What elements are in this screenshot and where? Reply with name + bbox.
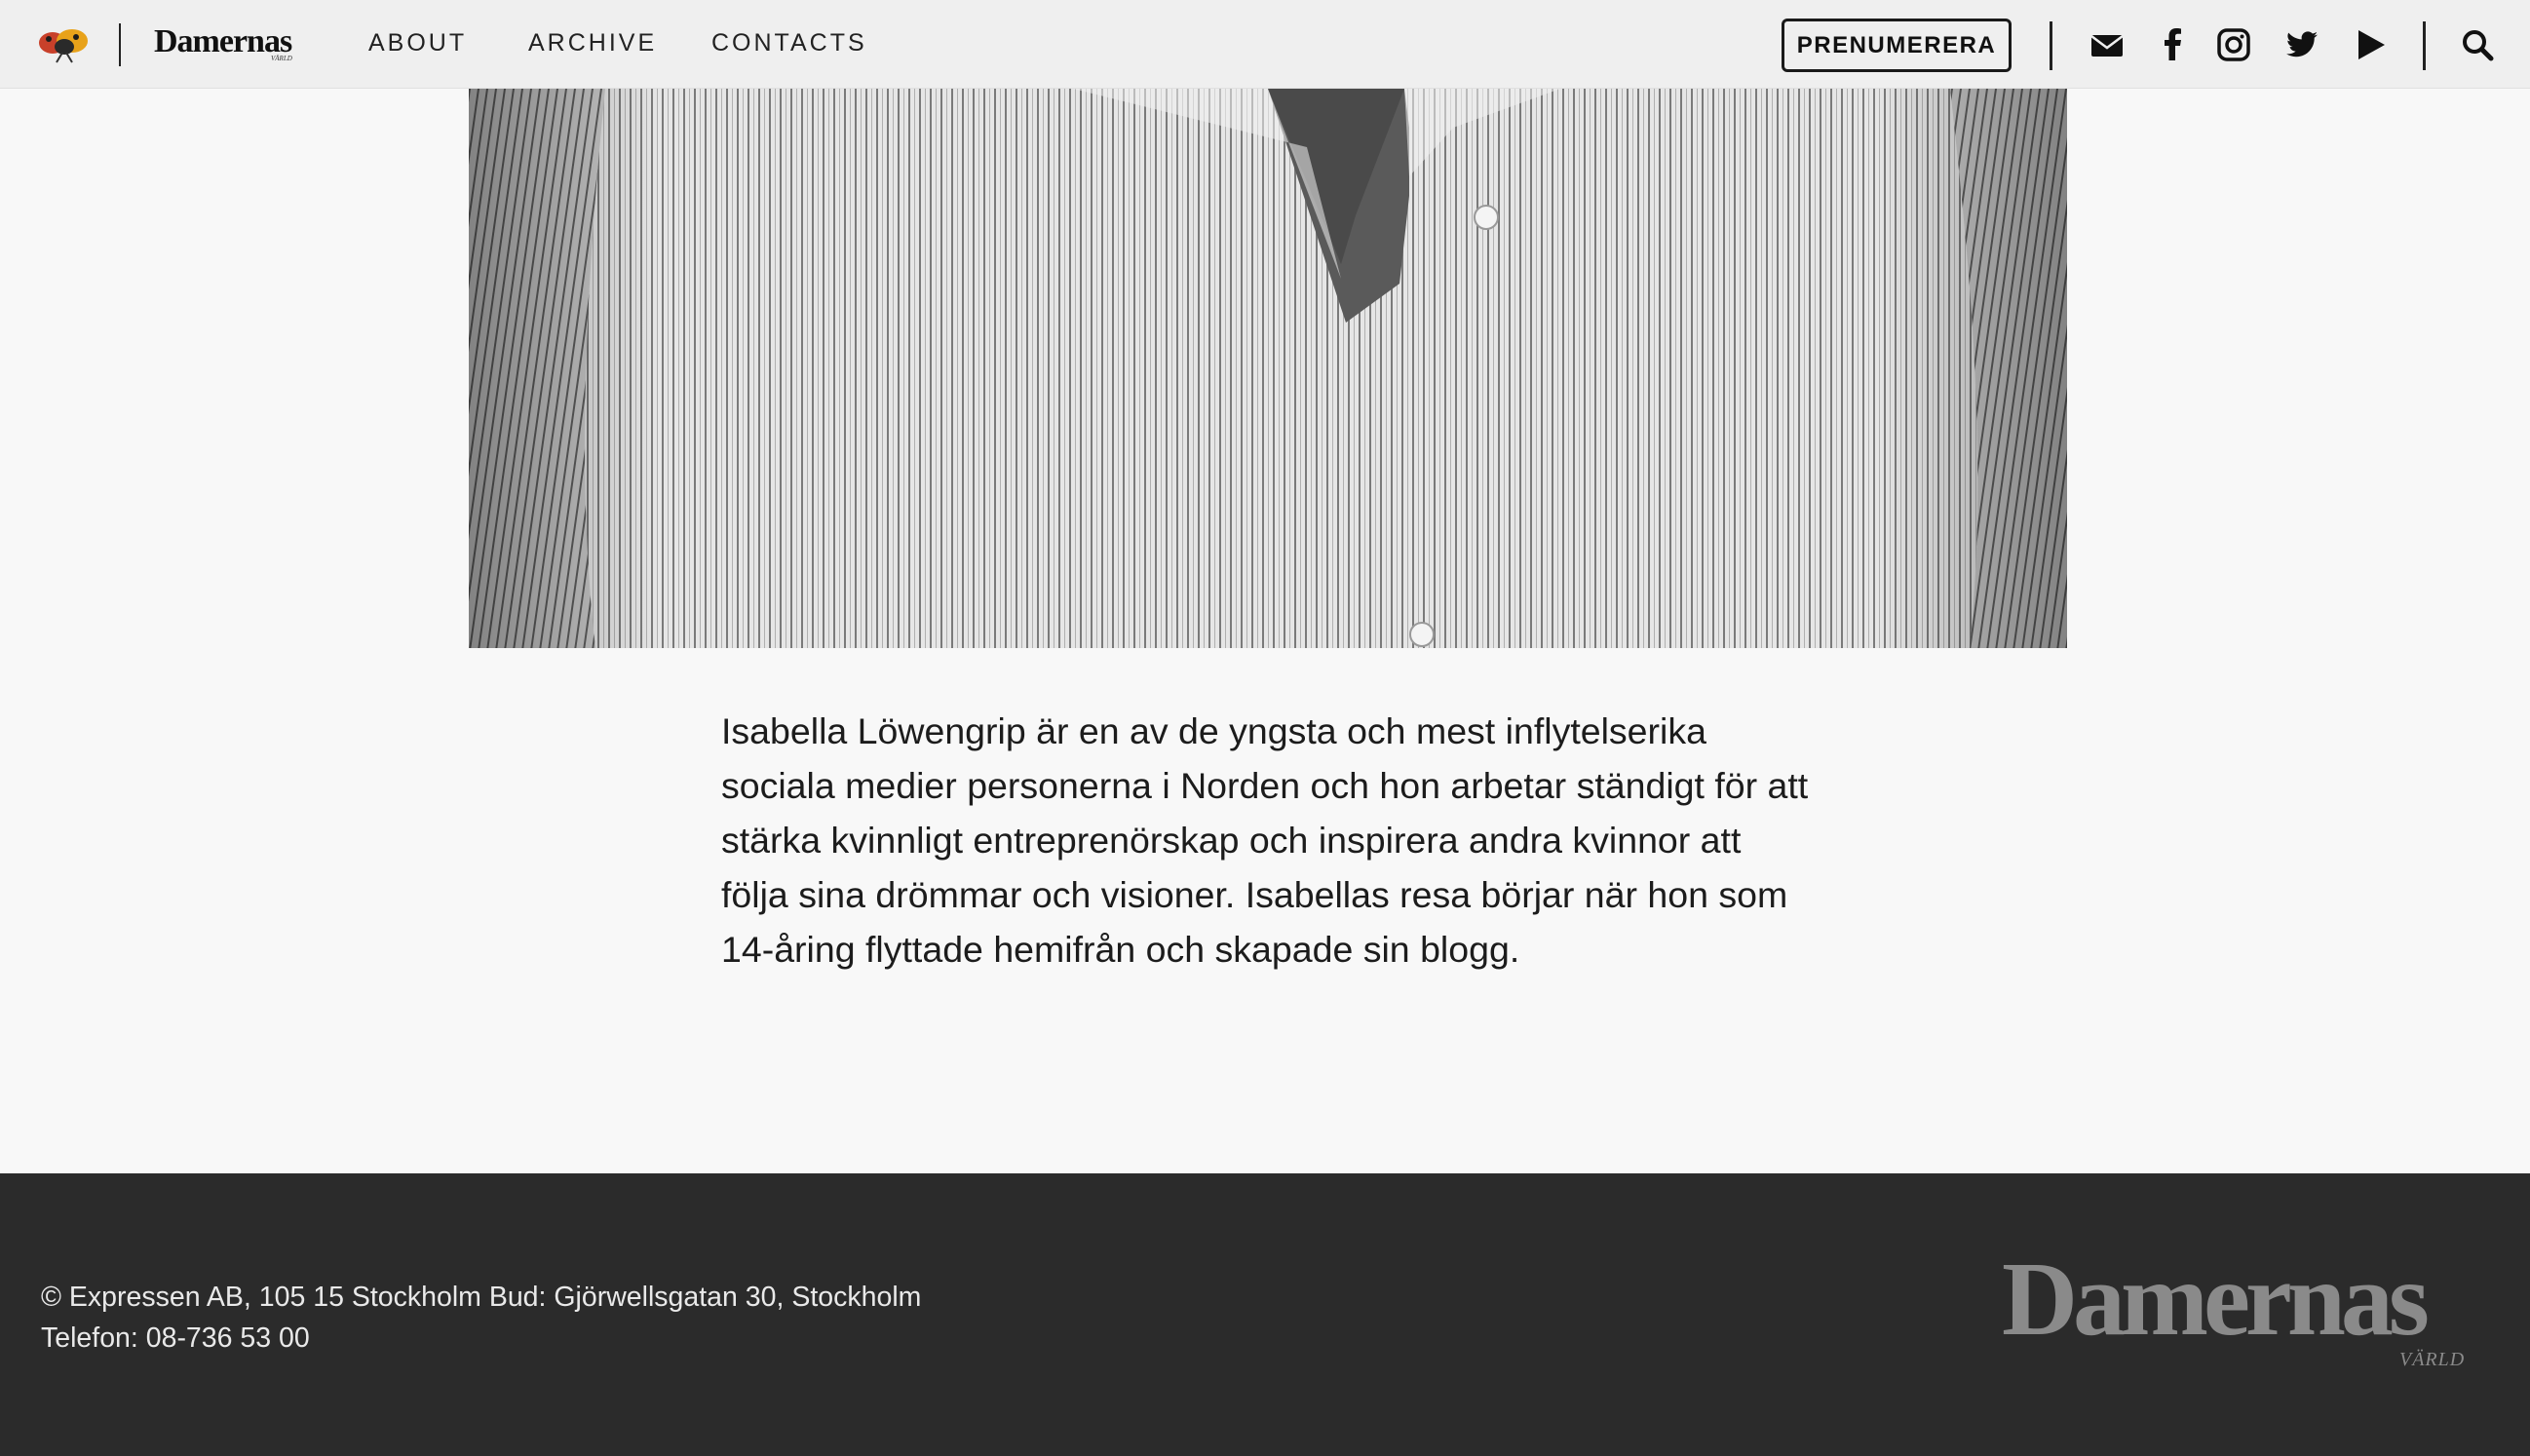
twitter-icon[interactable] <box>2284 27 2319 62</box>
logo-mark-icon[interactable] <box>37 23 92 64</box>
footer-logo[interactable]: Damernas <box>2002 1240 2430 1360</box>
site-header: Damernas VÄRLD ABOUT ARCHIVE CONTACTS PR… <box>0 0 2530 89</box>
header-divider <box>119 23 121 66</box>
site-footer: © Expressen AB, 105 15 Stockholm Bud: Gj… <box>0 1173 2530 1456</box>
footer-contact-info: © Expressen AB, 105 15 Stockholm Bud: Gj… <box>41 1277 921 1359</box>
footer-phone: Telefon: 08-736 53 00 <box>41 1322 310 1354</box>
instagram-icon[interactable] <box>2216 27 2251 62</box>
footer-address: © Expressen AB, 105 15 Stockholm Bud: Gj… <box>41 1282 922 1313</box>
header-divider <box>2050 21 2052 70</box>
subscribe-button[interactable]: PRENUMERERA <box>1782 19 2012 72</box>
article-body-text: Isabella Löwengrip är en av de yngsta oc… <box>721 710 1809 970</box>
nav-about[interactable]: ABOUT <box>368 29 467 57</box>
nav-archive[interactable]: ARCHIVE <box>528 29 657 57</box>
article-hero-image <box>469 89 2067 648</box>
facebook-icon[interactable] <box>2156 27 2191 62</box>
brand-logo-sub: VÄRLD <box>271 55 292 62</box>
mail-icon[interactable] <box>2089 27 2125 62</box>
header-divider <box>2423 21 2426 70</box>
nav-contacts[interactable]: CONTACTS <box>711 29 867 57</box>
youtube-play-icon[interactable] <box>2353 27 2388 62</box>
search-icon[interactable] <box>2460 27 2495 62</box>
footer-logo-sub: VÄRLD <box>2399 1349 2466 1370</box>
